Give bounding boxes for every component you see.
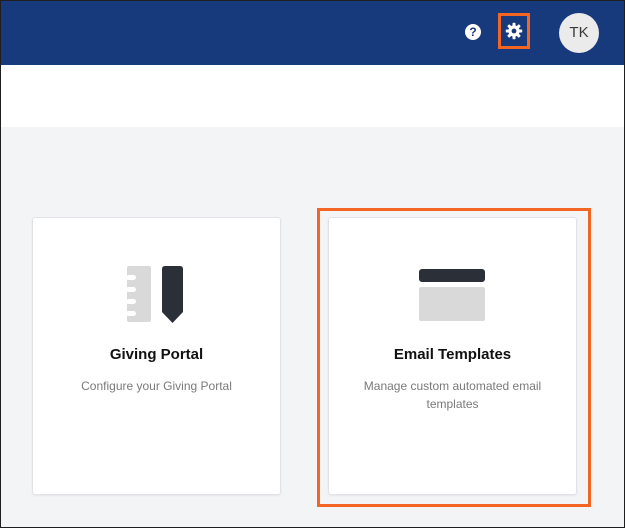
notebook-pen-icon (125, 266, 183, 323)
page-subheader (1, 65, 624, 127)
help-icon[interactable]: ? (465, 24, 481, 40)
user-avatar[interactable]: TK (559, 13, 599, 53)
gear-icon (505, 22, 523, 40)
giving-portal-card[interactable]: Giving Portal Configure your Giving Port… (32, 217, 281, 495)
card-description: Configure your Giving Portal (81, 379, 232, 393)
card-title: Email Templates (393, 346, 512, 363)
email-templates-card[interactable]: Email Templates Manage custom automated … (328, 217, 577, 495)
top-navigation-bar: ? TK (1, 1, 624, 65)
card-description: Manage custom automated email templates (363, 379, 542, 411)
settings-button[interactable] (498, 13, 530, 49)
app-frame: ? TK Giving Portal Configure your Giving… (0, 0, 625, 528)
card-title: Giving Portal (109, 346, 204, 363)
email-template-icon (418, 269, 485, 321)
